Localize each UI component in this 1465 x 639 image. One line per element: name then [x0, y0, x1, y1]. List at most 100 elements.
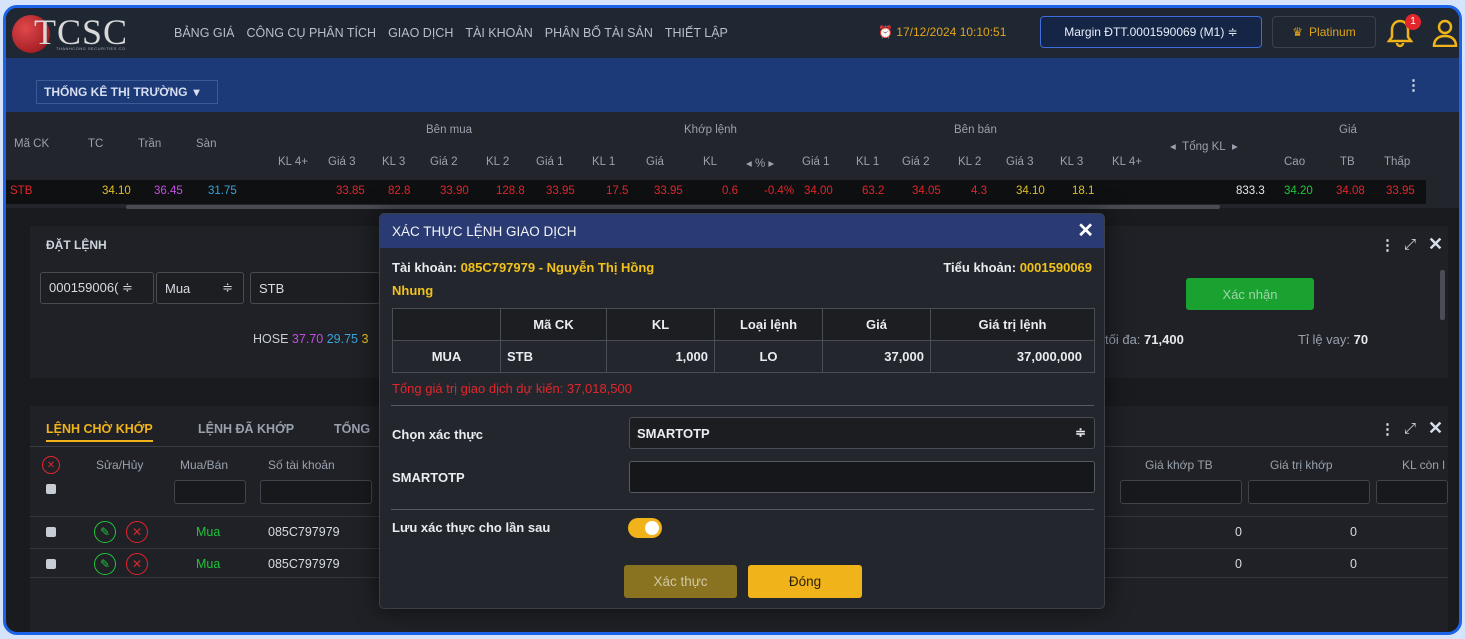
col-low: Thấp: [1384, 156, 1411, 168]
dialog-close-icon[interactable]: ✕: [1077, 218, 1094, 243]
more-icon[interactable]: ⋮: [1406, 76, 1421, 94]
menu-item-allocation[interactable]: PHÂN BỔ TÀI SẢN: [545, 26, 653, 40]
cell-floor: 31.75: [208, 185, 237, 197]
row-checkbox[interactable]: [46, 527, 56, 537]
tier-badge[interactable]: ♛ Platinum: [1272, 16, 1376, 48]
expand-icon[interactable]: ⤢: [1404, 236, 1416, 253]
remember-toggle[interactable]: [628, 518, 662, 538]
market-stats-dropdown[interactable]: THỐNG KÊ THỊ TRƯỜNG ▾: [36, 80, 218, 104]
exchange-ceil: 37.70: [291, 332, 324, 346]
col-pct[interactable]: ◂ % ▸: [746, 156, 774, 170]
col-sk3: KL 3: [1060, 156, 1084, 168]
cell-sk2: 4.3: [971, 185, 987, 197]
header-blank: [392, 308, 501, 341]
select-all-checkbox[interactable]: [46, 484, 56, 494]
toggle-knob: [645, 521, 659, 535]
order-value: 37,000,000: [930, 340, 1095, 373]
col-s2: Giá 2: [902, 156, 930, 168]
account-value: 085C797979 - Nguyễn Thị Hồng: [460, 260, 655, 275]
dialog-header: XÁC THỰC LỆNH GIAO DỊCH ✕: [380, 214, 1104, 248]
order-type: LO: [714, 340, 823, 373]
cell-bk2: 128.8: [496, 185, 525, 197]
auth-method-value: SMARTOTP: [637, 425, 710, 441]
horizontal-scrollbar[interactable]: [126, 205, 1220, 209]
filter-account[interactable]: [260, 480, 372, 504]
vertical-scrollbar[interactable]: [1440, 270, 1445, 320]
orders-more-icon[interactable]: ⋮: [1380, 420, 1395, 438]
menu-item-trading[interactable]: GIAO DỊCH: [388, 26, 453, 40]
header-price: Giá: [822, 308, 931, 341]
col-total[interactable]: ◂ Tổng KL ▸: [1170, 139, 1238, 153]
order-panel-title: ĐẶT LỆNH: [46, 238, 107, 252]
col-sk4: KL 4+: [1112, 156, 1142, 168]
otp-label: SMARTOTP: [392, 470, 465, 485]
cell-mprice: 33.95: [654, 185, 683, 197]
col-floor: Sàn: [196, 138, 217, 150]
confirm-order-button[interactable]: Xác nhận: [1186, 278, 1314, 310]
edit-icon[interactable]: ✎: [94, 521, 116, 543]
dialog-subaccount: Tiểu khoản: 0001590069: [943, 260, 1092, 275]
divider: [391, 509, 1094, 510]
menu-item-account[interactable]: TÀI KHOẢN: [465, 26, 532, 40]
tab-matched-orders[interactable]: LỆNH ĐÃ KHỚP: [198, 422, 294, 436]
col-avg-match: Giá khớp TB: [1145, 458, 1213, 472]
row-side: Mua: [196, 525, 221, 539]
account-select[interactable]: Margin ĐTT.0001590069 (M1) ≑: [1040, 16, 1262, 48]
logo[interactable]: TCSC THANHCONG SECURITIES CO.: [12, 12, 160, 53]
app-window: TCSC THANHCONG SECURITIES CO. BẢNG GIÁ C…: [3, 5, 1462, 635]
row-checkbox[interactable]: [46, 559, 56, 569]
orders-expand-icon[interactable]: ⤢: [1404, 420, 1416, 437]
user-icon[interactable]: [1432, 19, 1458, 47]
close-icon[interactable]: ✕: [1428, 234, 1443, 255]
cancel-all-icon[interactable]: ✕: [42, 456, 60, 474]
market-toolbar: THỐNG KÊ THỊ TRƯỜNG ▾ ⋮: [6, 58, 1459, 112]
col-b1: Giá 1: [536, 156, 564, 168]
filter-match-value[interactable]: [1248, 480, 1370, 504]
col-account: Số tài khoản: [268, 458, 335, 472]
order-panel-more-icon[interactable]: ⋮: [1380, 236, 1395, 254]
row-account: 085C797979: [268, 557, 340, 571]
filter-avg-match[interactable]: [1120, 480, 1242, 504]
loan-ratio: Tỉ lệ vay: 70: [1298, 332, 1368, 347]
exchange-info: HOSE 37.70 29.75 3: [253, 332, 368, 346]
order-symbol-input[interactable]: STB: [250, 272, 380, 304]
menu-item-settings[interactable]: THIẾT LẬP: [665, 26, 728, 40]
auth-method-select[interactable]: SMARTOTP ≑: [629, 417, 1095, 449]
filter-remaining[interactable]: [1376, 480, 1448, 504]
account-value-cont: Nhung: [392, 283, 434, 298]
group-price: Giá: [1339, 124, 1357, 136]
order-side-select[interactable]: Mua ≑: [156, 272, 244, 304]
filter-side[interactable]: [174, 480, 246, 504]
loan-ratio-value: 70: [1353, 332, 1369, 347]
loan-ratio-label: Tỉ lệ vay:: [1298, 332, 1351, 347]
header-type: Loại lệnh: [714, 308, 823, 341]
max-qty-label: tối đa:: [1105, 332, 1141, 347]
cell-total: 833.3: [1236, 185, 1265, 197]
table-row[interactable]: STB 34.10 36.45 31.75 33.85 82.8 33.90 1…: [6, 180, 1426, 204]
tab-pending-orders[interactable]: LỆNH CHỜ KHỚP: [46, 422, 153, 442]
cell-b1: 33.95: [546, 185, 575, 197]
cell-pct: -0.4%: [764, 185, 795, 197]
cell-b3: 33.85: [336, 185, 365, 197]
col-b2: Giá 2: [430, 156, 458, 168]
select-arrows-icon: ≑: [1075, 425, 1086, 440]
menu-item-price-board[interactable]: BẢNG GIÁ: [174, 26, 234, 40]
auth-method-label: Chọn xác thực: [392, 427, 484, 442]
col-remaining: KL còn l: [1402, 458, 1445, 472]
otp-input[interactable]: [629, 461, 1095, 493]
col-avg: TB: [1340, 156, 1355, 168]
cancel-icon[interactable]: ✕: [126, 553, 148, 575]
cancel-icon[interactable]: ✕: [126, 521, 148, 543]
crown-icon: ♛: [1292, 25, 1304, 39]
cell-sk3: 18.1: [1072, 185, 1095, 197]
orders-close-icon[interactable]: ✕: [1428, 418, 1443, 439]
col-side: Mua/Bán: [180, 458, 229, 472]
verify-button[interactable]: Xác thực: [624, 565, 737, 598]
col-s3: Giá 3: [1006, 156, 1034, 168]
order-account-select[interactable]: 000159006( ≑: [40, 272, 154, 304]
close-button[interactable]: Đóng: [748, 565, 862, 598]
col-b3: Giá 3: [328, 156, 356, 168]
menu-item-analysis[interactable]: CÔNG CỤ PHÂN TÍCH: [246, 26, 376, 40]
tab-summary[interactable]: TỔNG: [334, 422, 370, 436]
edit-icon[interactable]: ✎: [94, 553, 116, 575]
